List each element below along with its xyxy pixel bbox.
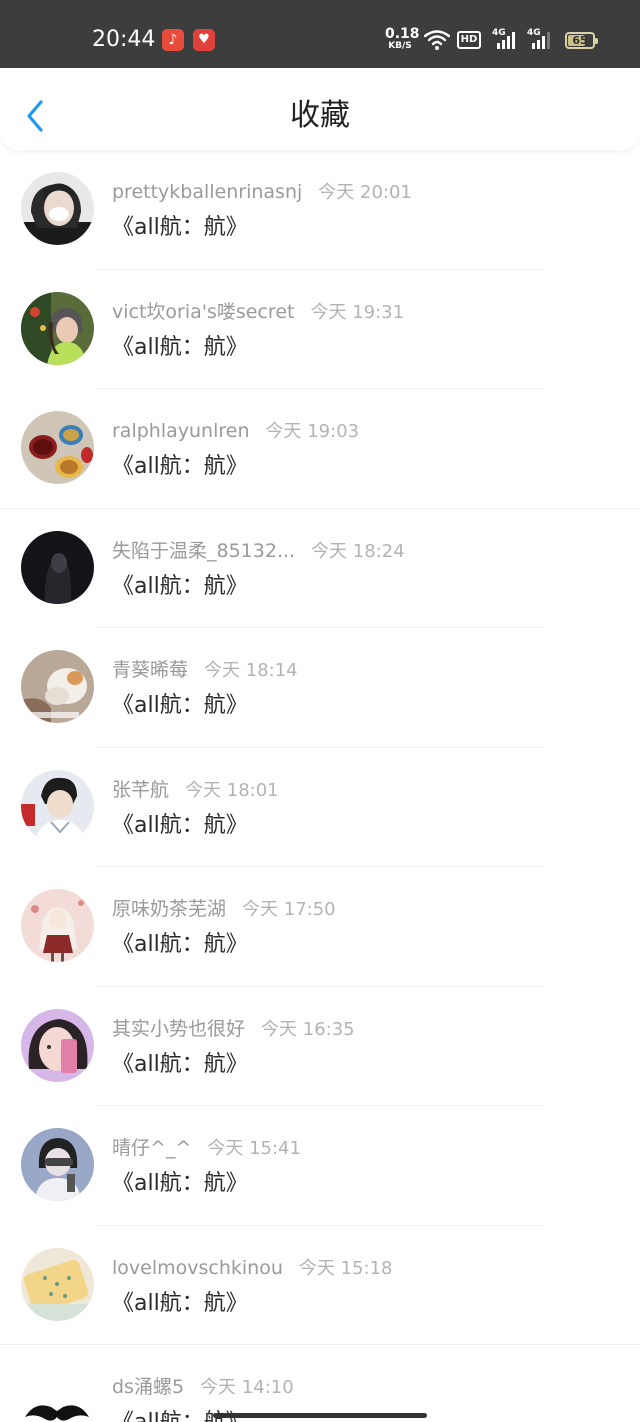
- list-item[interactable]: ralphlayunlren 今天 19:03 《all航：航》: [0, 389, 640, 509]
- list-item[interactable]: ds涌螺5今天 14:10 《all航：航》: [0, 1345, 640, 1422]
- avatar[interactable]: [21, 291, 94, 365]
- item-meta: 张芊航 今天 18:01: [112, 776, 279, 804]
- favorite-title[interactable]: 《all航：航》: [112, 571, 248, 603]
- user-name[interactable]: ralphlayunlren: [112, 420, 250, 442]
- timestamp: 今天 19:31: [310, 301, 405, 323]
- item-meta: 失陷于温柔_85132... 今天 18:24: [112, 537, 405, 565]
- status-bar: 20:44 ♪ ♥ 0.18 KB/S HD 4G 4G 65: [0, 0, 640, 68]
- music-note-icon: ♪: [162, 29, 184, 51]
- favorite-title[interactable]: 《all航：航》: [112, 1049, 248, 1081]
- avatar[interactable]: [21, 1247, 94, 1321]
- network-speed-value: 0.18: [385, 26, 420, 42]
- list-item[interactable]: 原味奶茶芜湖 今天 17:50 《all航：航》: [0, 867, 640, 987]
- favorite-title[interactable]: 《all航：航》: [112, 1288, 248, 1320]
- user-name[interactable]: prettykballenrinasnj: [112, 181, 302, 203]
- list-item[interactable]: 张芊航 今天 18:01 《all航：航》: [0, 748, 640, 867]
- user-name[interactable]: 原味奶茶芜湖: [112, 898, 226, 920]
- list-item[interactable]: 失陷于温柔_85132... 今天 18:24 《all航：航》: [0, 509, 640, 628]
- user-name[interactable]: vict坎oria's喽secret: [112, 301, 294, 323]
- item-meta: 其实小势也很好 今天 16:35: [112, 1015, 355, 1043]
- favorite-title[interactable]: 《all航：航》: [112, 332, 248, 364]
- timestamp: 今天 17:50: [242, 899, 336, 920]
- home-indicator[interactable]: [213, 1413, 427, 1418]
- app-header: 收藏: [0, 68, 640, 150]
- favorite-title[interactable]: 《all航：航》: [112, 1168, 248, 1200]
- item-meta: vict坎oria's喽secret 今天 19:31: [112, 298, 404, 326]
- user-name[interactable]: 其实小势也很好: [112, 1018, 245, 1040]
- avatar[interactable]: [21, 530, 94, 604]
- favorite-title[interactable]: 《all航：航》: [112, 212, 248, 244]
- user-name[interactable]: 张芊航: [112, 779, 169, 801]
- timestamp: 今天 15:18: [298, 1257, 393, 1279]
- user-name[interactable]: 晴仔^_^: [112, 1137, 191, 1159]
- list-item[interactable]: vict坎oria's喽secret 今天 19:31 《all航：航》: [0, 270, 640, 389]
- favorite-title[interactable]: 《all航：航》: [112, 690, 248, 722]
- hd-voice-icon: HD: [457, 31, 481, 49]
- timestamp: 今天 18:24: [311, 540, 405, 562]
- network-speed: 0.18 KB/S: [385, 26, 420, 52]
- list-item[interactable]: prettykballenrinasnj 今天 20:01 《all航：航》: [0, 150, 640, 270]
- item-meta: lovelmovschkinou 今天 15:18: [112, 1254, 392, 1282]
- avatar[interactable]: [21, 650, 94, 723]
- item-meta: prettykballenrinasnj 今天 20:01: [112, 178, 412, 206]
- avatar[interactable]: [21, 172, 94, 245]
- avatar[interactable]: [21, 1367, 94, 1422]
- item-meta: ds涌螺5 今天 14:10: [112, 1373, 294, 1401]
- timestamp: 今天 19:03: [265, 421, 360, 442]
- item-meta: 青葵晞莓 今天 18:14: [112, 656, 298, 684]
- list-item[interactable]: lovelmovschkinou 今天 15:18 《all航：航》: [0, 1226, 640, 1345]
- page-title: 收藏: [290, 98, 350, 133]
- signal-2-label: 4G: [527, 28, 541, 38]
- user-name[interactable]: 失陷于温柔_85132...: [112, 540, 295, 562]
- timestamp: 今天 16:35: [261, 1018, 355, 1040]
- timestamp: 今天 15:41: [207, 1138, 301, 1159]
- avatar[interactable]: [21, 411, 94, 484]
- timestamp: 今天 14:10: [200, 1377, 294, 1398]
- favorites-list: prettykballenrinasnj 今天 20:01 《all航：航》 vi…: [0, 150, 640, 1422]
- network-speed-unit: KB/S: [388, 41, 412, 51]
- user-name[interactable]: 青葵晞莓: [112, 659, 188, 681]
- wifi-icon: [423, 30, 451, 54]
- battery-icon: 65: [565, 32, 598, 49]
- battery-level: 65: [572, 34, 588, 47]
- signal-icon-2: 4G: [527, 28, 553, 54]
- avatar[interactable]: [21, 1008, 94, 1082]
- timestamp: 今天 18:01: [185, 779, 279, 801]
- signal-icon-1: 4G: [492, 28, 518, 54]
- signal-1-label: 4G: [492, 28, 506, 38]
- timestamp: 今天 20:01: [318, 182, 412, 203]
- user-name[interactable]: ds涌螺5: [112, 1376, 184, 1398]
- list-item[interactable]: 其实小势也很好 今天 16:35 《all航：航》: [0, 987, 640, 1106]
- item-meta: 原味奶茶芜湖 今天 17:50: [112, 895, 336, 923]
- status-time: 20:44: [92, 27, 156, 52]
- favorite-title[interactable]: 《all航：航》: [112, 451, 248, 483]
- avatar[interactable]: [21, 769, 94, 843]
- timestamp: 今天 18:14: [204, 660, 298, 681]
- item-meta: 晴仔^_^ 今天 15:41: [112, 1134, 301, 1162]
- favorite-title[interactable]: 《all航：航》: [112, 810, 248, 842]
- list-item[interactable]: 青葵晞莓 今天 18:14 《all航：航》: [0, 628, 640, 748]
- user-name[interactable]: lovelmovschkinou: [112, 1257, 283, 1279]
- list-item[interactable]: 晴仔^_^ 今天 15:41 《all航：航》: [0, 1106, 640, 1226]
- avatar[interactable]: [21, 889, 94, 962]
- item-meta: ralphlayunlren 今天 19:03: [112, 417, 359, 445]
- favorite-title[interactable]: 《all航：航》: [112, 929, 248, 961]
- avatar[interactable]: [21, 1128, 94, 1201]
- heart-chat-icon: ♥: [193, 29, 215, 51]
